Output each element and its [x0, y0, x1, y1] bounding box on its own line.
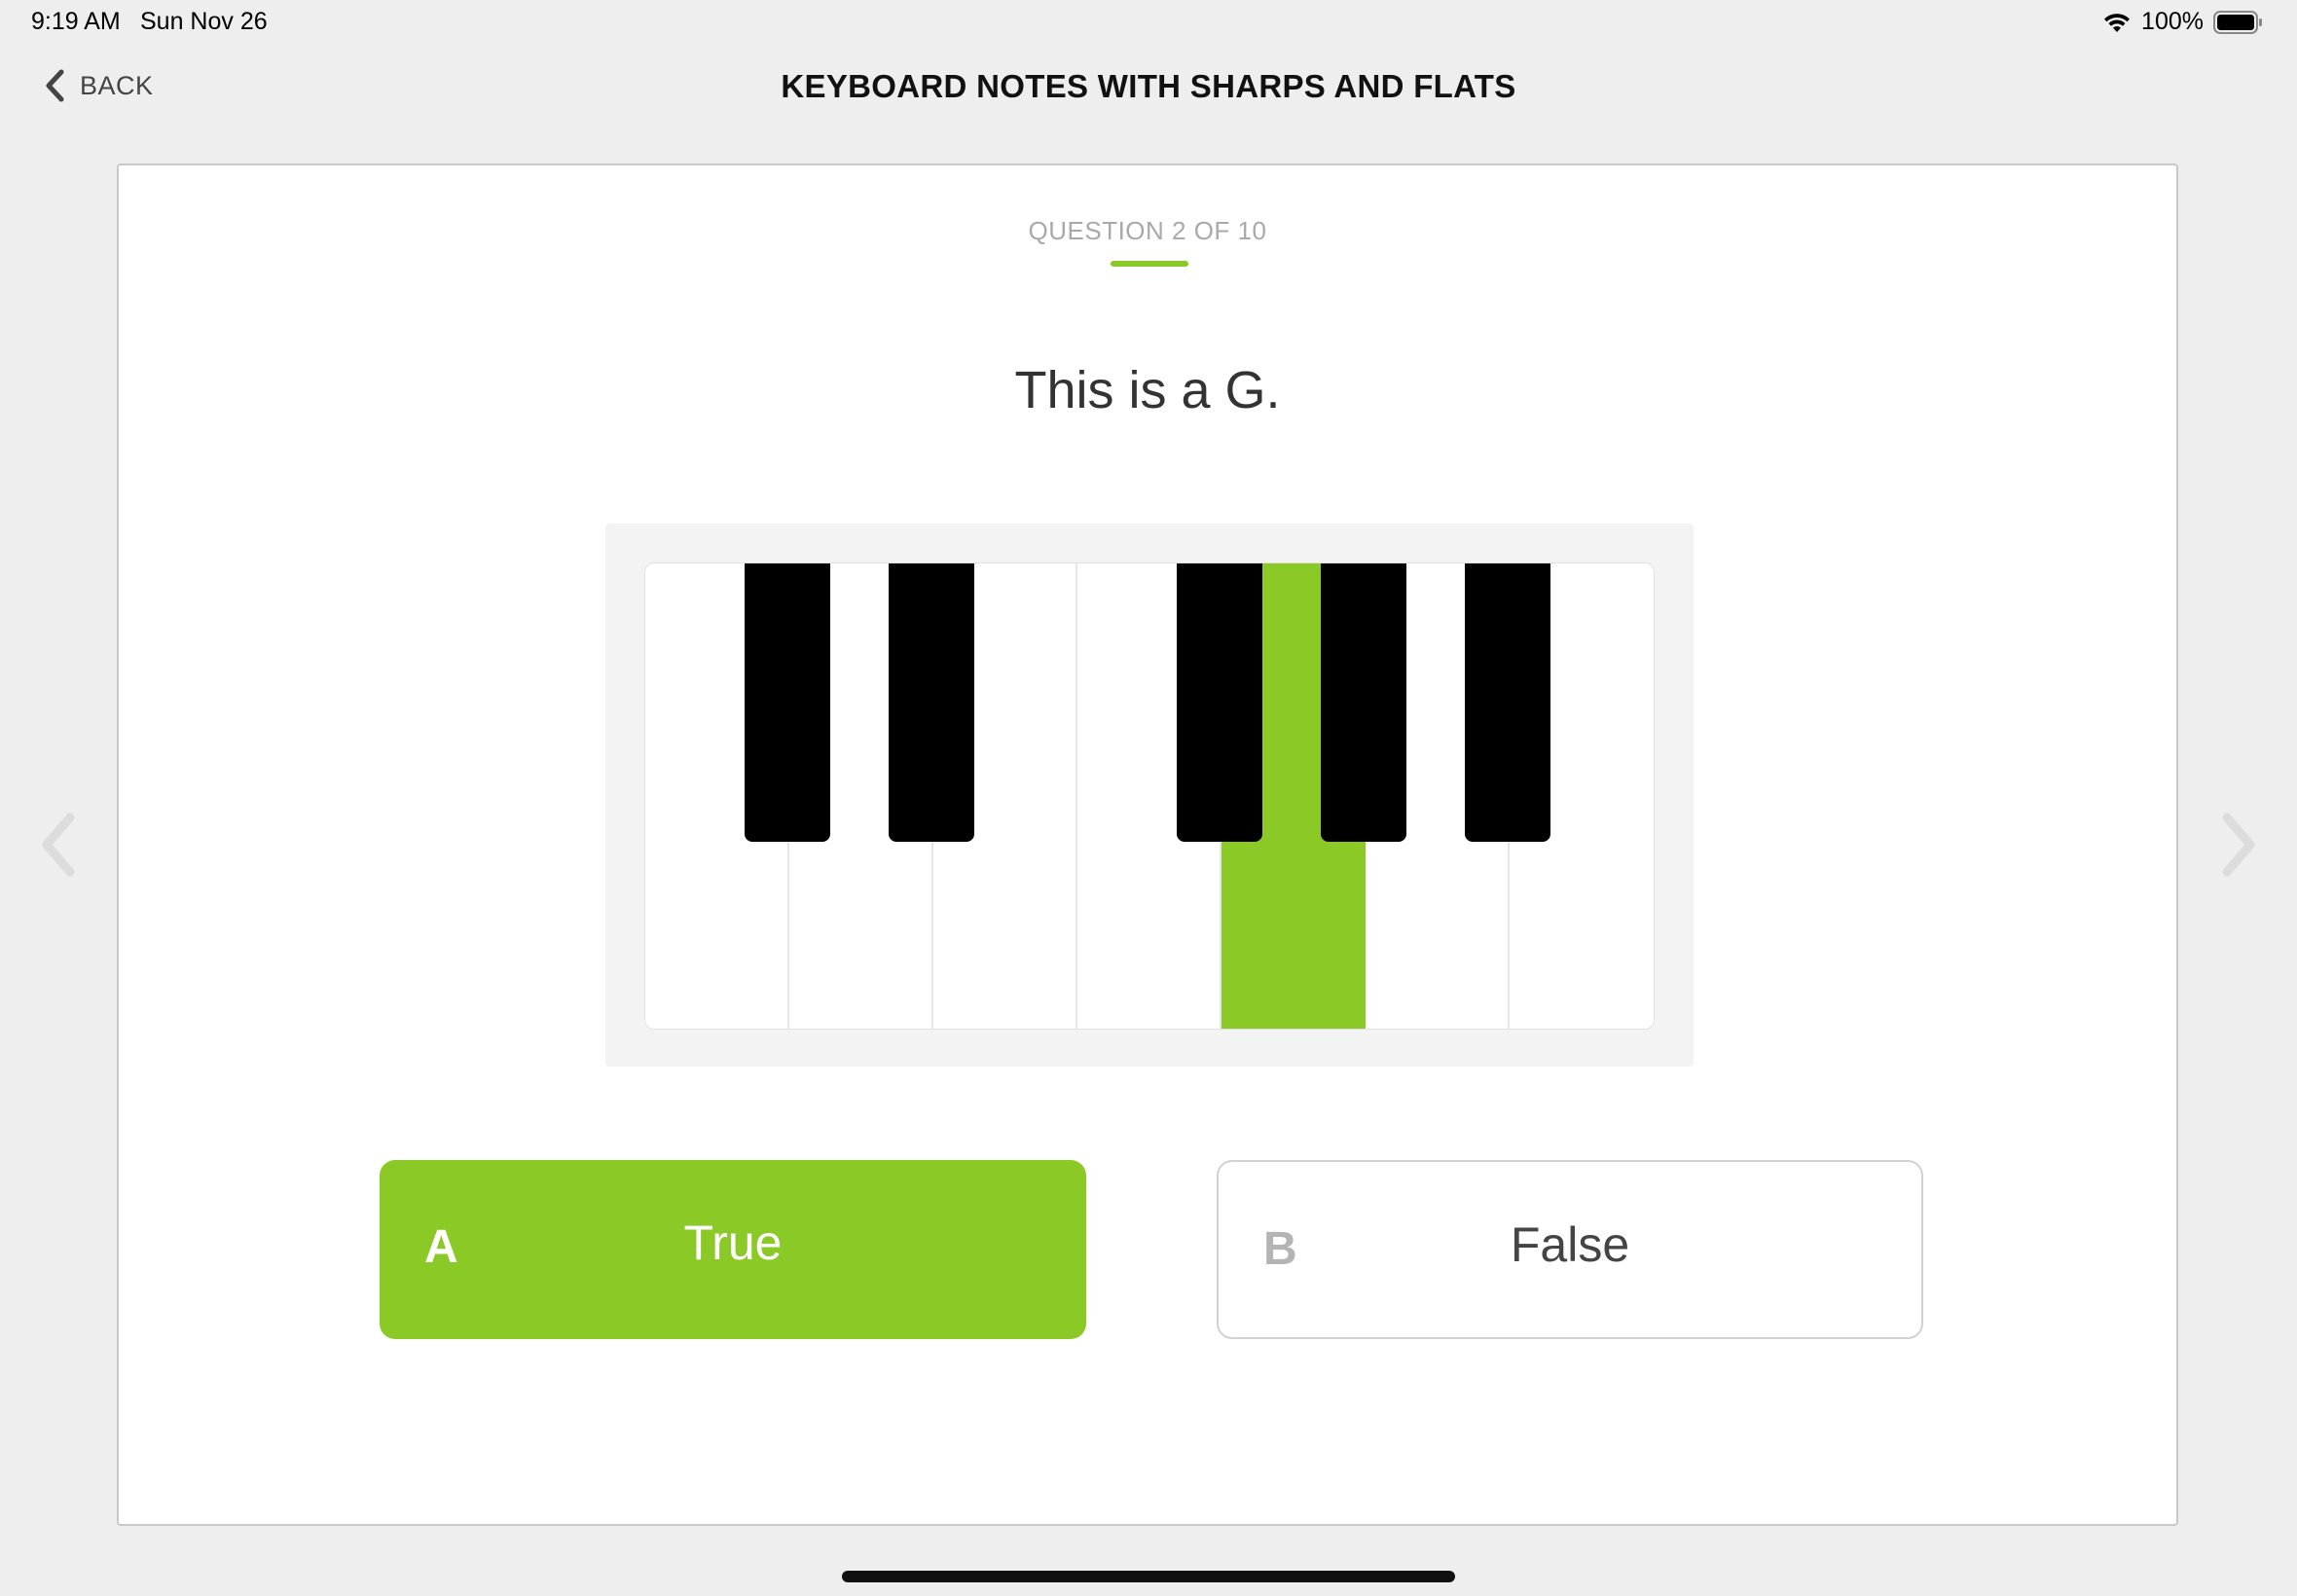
wifi-icon — [2104, 13, 2131, 32]
chevron-left-icon — [42, 813, 75, 877]
status-date: Sun Nov 26 — [140, 8, 268, 35]
status-time: 9:19 AM — [31, 8, 121, 35]
home-indicator[interactable] — [842, 1571, 1455, 1582]
battery-percent: 100% — [2141, 8, 2204, 35]
answer-option-b[interactable]: B False — [1217, 1160, 1923, 1339]
black-key — [1177, 563, 1262, 842]
quiz-card: QUESTION 2 OF 10 This is a G. A True B F… — [117, 163, 2178, 1526]
page-title: KEYBOARD NOTES WITH SHARPS AND FLATS — [781, 68, 1516, 104]
black-key — [889, 563, 974, 842]
question-text: This is a G. — [1014, 361, 1281, 419]
keyboard-frame — [605, 524, 1694, 1067]
black-key — [1465, 563, 1550, 842]
battery-icon — [2213, 10, 2262, 34]
piano-keyboard — [644, 562, 1655, 1030]
question-counter: QUESTION 2 OF 10 — [1028, 216, 1267, 245]
black-key — [745, 563, 830, 842]
status-indicators: 100% — [2102, 8, 2264, 36]
black-key — [1321, 563, 1406, 842]
progress-indicator — [1111, 261, 1188, 267]
answer-option-a[interactable]: A True — [380, 1160, 1086, 1339]
status-bar: 9:19 AM Sun Nov 26 100% — [0, 0, 2297, 47]
answer-label: False — [1510, 1217, 1630, 1272]
next-question-button[interactable] — [2217, 812, 2260, 878]
answer-label: True — [683, 1215, 783, 1270]
previous-question-button[interactable] — [37, 812, 80, 878]
chevron-right-icon — [2222, 813, 2255, 877]
nav-header: BACK KEYBOARD NOTES WITH SHARPS AND FLAT… — [0, 58, 2297, 121]
